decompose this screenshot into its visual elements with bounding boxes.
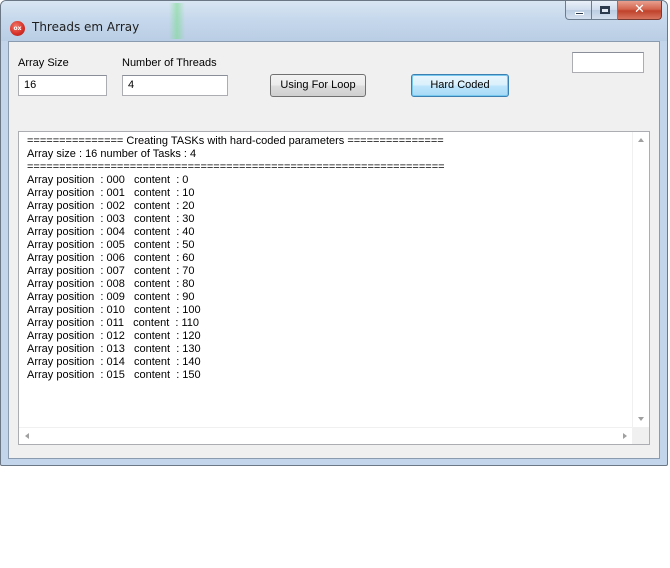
output-line: Array position : 000 content : 0 <box>27 174 189 186</box>
minimize-button[interactable] <box>565 1 592 20</box>
output-line: Array position : 004 content : 40 <box>27 226 195 238</box>
vertical-scrollbar[interactable] <box>632 132 649 427</box>
output-line: Array position : 003 content : 30 <box>27 213 195 225</box>
maximize-icon <box>600 6 610 14</box>
scrollbar-corner <box>632 427 649 444</box>
output-line: Array position : 001 content : 10 <box>27 187 195 199</box>
output-line: Array position : 005 content : 50 <box>27 239 195 251</box>
form-client-area: Array Size 16 Number of Threads 4 Using … <box>8 41 660 459</box>
output-line: Array position : 010 content : 100 <box>27 304 201 316</box>
output-line: Array position : 006 content : 60 <box>27 252 195 264</box>
scroll-down-icon[interactable] <box>638 417 644 421</box>
horizontal-scrollbar[interactable] <box>19 427 633 444</box>
output-line: Array position : 012 content : 120 <box>27 330 201 342</box>
output-line: Array position : 011 content : 110 <box>27 317 200 329</box>
window-title: Threads em Array <box>32 20 140 34</box>
minimize-icon <box>575 12 584 15</box>
app-window: ox Threads em Array ✕ Array Size 16 Numb… <box>0 0 668 466</box>
output-line: =============== Creating TASKs with hard… <box>27 135 444 147</box>
output-line: Array position : 008 content : 80 <box>27 278 195 290</box>
scroll-left-icon[interactable] <box>25 433 29 439</box>
output-line: Array position : 013 content : 130 <box>27 343 201 355</box>
scroll-up-icon[interactable] <box>638 138 644 142</box>
output-memo[interactable]: =============== Creating TASKs with hard… <box>18 131 650 445</box>
output-line: Array position : 015 content : 150 <box>27 369 201 381</box>
output-text: =============== Creating TASKs with hard… <box>27 135 445 382</box>
close-button[interactable]: ✕ <box>618 1 662 20</box>
threads-input[interactable]: 4 <box>122 75 228 96</box>
output-line: Array position : 014 content : 140 <box>27 356 201 368</box>
maximize-button[interactable] <box>592 1 618 20</box>
hard-coded-button[interactable]: Hard Coded <box>411 74 509 97</box>
output-line: Array position : 002 content : 20 <box>27 200 195 212</box>
using-for-loop-button[interactable]: Using For Loop <box>270 74 366 97</box>
title-bar-highlight <box>169 3 185 39</box>
array-size-label: Array Size <box>18 57 69 69</box>
output-line: Array position : 009 content : 90 <box>27 291 195 303</box>
caption-buttons: ✕ <box>565 1 662 21</box>
top-right-input[interactable] <box>572 52 644 73</box>
app-icon[interactable]: ox <box>10 21 25 36</box>
threads-label: Number of Threads <box>122 57 217 69</box>
array-size-input[interactable]: 16 <box>18 75 107 96</box>
close-icon: ✕ <box>634 2 645 17</box>
output-line: Array size : 16 number of Tasks : 4 <box>27 148 197 160</box>
scroll-right-icon[interactable] <box>623 433 627 439</box>
output-line: Array position : 007 content : 70 <box>27 265 195 277</box>
title-bar[interactable]: ox Threads em Array ✕ <box>1 1 667 41</box>
output-line: ========================================… <box>27 161 445 173</box>
